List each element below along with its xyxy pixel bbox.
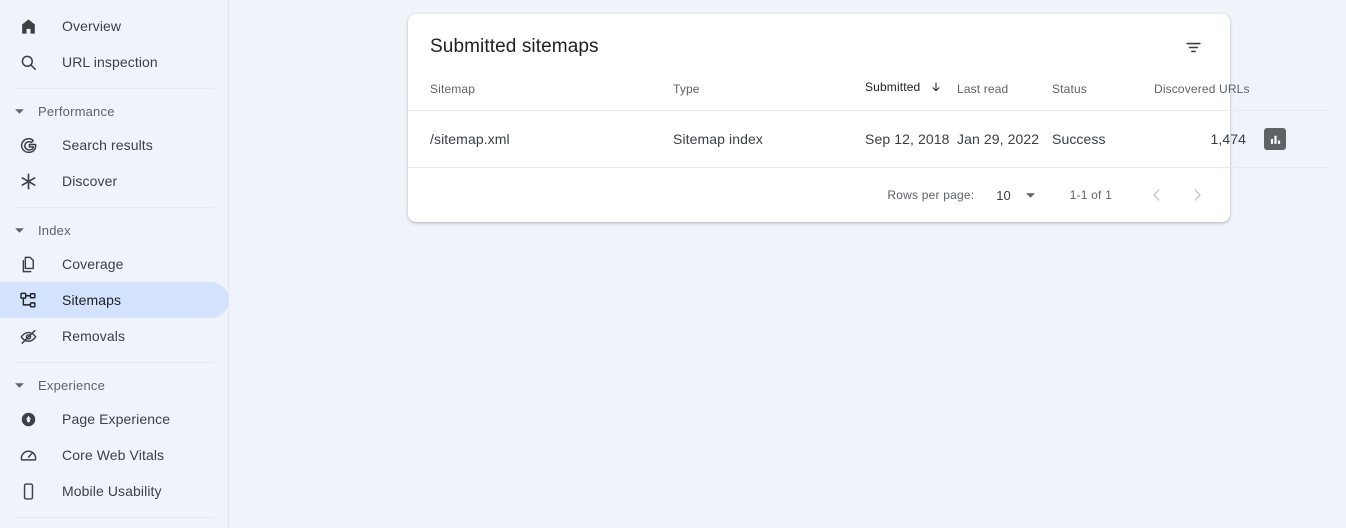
column-header-last-read[interactable]: Last read bbox=[957, 80, 1052, 111]
sidebar-item-page-experience[interactable]: Page Experience bbox=[0, 401, 210, 437]
sidebar-item-removals[interactable]: Removals bbox=[0, 318, 210, 354]
sitemaps-table: Sitemap Type Submitted Last read Status … bbox=[408, 80, 1330, 168]
eye-off-icon bbox=[16, 324, 40, 348]
column-header-type[interactable]: Type bbox=[673, 80, 865, 111]
sidebar: Overview URL inspection Performance Sear… bbox=[0, 0, 229, 528]
sidebar-divider-2 bbox=[14, 207, 214, 208]
sidebar-item-label: Mobile Usability bbox=[62, 483, 162, 499]
sidebar-group-experience[interactable]: Experience bbox=[0, 369, 228, 401]
chevron-down-icon bbox=[1025, 190, 1036, 201]
bar-chart-icon[interactable] bbox=[1264, 128, 1286, 150]
filter-list-icon[interactable] bbox=[1178, 32, 1208, 62]
chevron-down-icon bbox=[10, 102, 28, 120]
column-header-sitemap[interactable]: Sitemap bbox=[408, 80, 673, 111]
pagination-range: 1-1 of 1 bbox=[1069, 188, 1112, 202]
chevron-left-icon[interactable] bbox=[1142, 180, 1172, 210]
chevron-right-icon[interactable] bbox=[1182, 180, 1212, 210]
submitted-sitemaps-card: Submitted sitemaps Sitemap Type Submitte… bbox=[408, 14, 1330, 222]
page-title: Submitted sitemaps bbox=[430, 36, 599, 57]
sidebar-item-core-web-vitals[interactable]: Core Web Vitals bbox=[0, 437, 210, 473]
column-header-submitted-label: Submitted bbox=[865, 80, 921, 94]
sidebar-item-label: Discover bbox=[62, 173, 118, 189]
mobile-icon bbox=[16, 479, 40, 503]
rows-per-page-label: Rows per page: bbox=[887, 188, 975, 202]
table-header: Sitemap Type Submitted Last read Status … bbox=[408, 80, 1330, 111]
sidebar-group-label: Index bbox=[38, 222, 71, 238]
sidebar-item-label: URL inspection bbox=[62, 54, 158, 70]
pagination-bar: Rows per page: 10 1-1 of 1 bbox=[408, 168, 1230, 222]
table-body: /sitemap.xml Sitemap index Sep 12, 2018 … bbox=[408, 110, 1330, 168]
sidebar-item-label: Overview bbox=[62, 18, 122, 34]
rows-per-page-value: 10 bbox=[996, 187, 1011, 203]
sidebar-item-search-results[interactable]: Search results bbox=[0, 127, 210, 163]
sidebar-item-label: Core Web Vitals bbox=[62, 447, 165, 463]
rows-per-page-select[interactable]: 10 bbox=[996, 188, 1035, 203]
chevron-down-icon bbox=[10, 376, 28, 394]
sidebar-item-coverage[interactable]: Coverage bbox=[0, 246, 210, 282]
sidebar-item-label: Page Experience bbox=[62, 411, 171, 427]
column-header-actions bbox=[1264, 80, 1330, 111]
search-icon bbox=[16, 50, 40, 74]
sidebar-divider-1 bbox=[14, 88, 214, 89]
sidebar-item-label: Coverage bbox=[62, 256, 124, 272]
sidebar-item-overview[interactable]: Overview bbox=[0, 8, 210, 44]
sidebar-item-mobile-usability[interactable]: Mobile Usability bbox=[0, 473, 210, 509]
arrow-down-icon bbox=[930, 81, 942, 96]
pages-icon bbox=[16, 252, 40, 276]
sidebar-item-sitemaps[interactable]: Sitemaps bbox=[0, 282, 229, 318]
page-experience-icon bbox=[16, 407, 40, 431]
sidebar-item-discover[interactable]: Discover bbox=[0, 163, 210, 199]
cell-type: Sitemap index bbox=[673, 110, 865, 168]
sidebar-group-label: Performance bbox=[38, 103, 115, 119]
sidebar-item-label: Search results bbox=[62, 137, 153, 153]
table-row[interactable]: /sitemap.xml Sitemap index Sep 12, 2018 … bbox=[408, 110, 1330, 168]
sidebar-group-performance[interactable]: Performance bbox=[0, 95, 228, 127]
chevron-down-icon bbox=[10, 221, 28, 239]
status-badge: Success bbox=[1052, 110, 1154, 168]
sitemap-tree-icon bbox=[16, 288, 40, 312]
home-icon bbox=[16, 14, 40, 38]
cell-sitemap[interactable]: /sitemap.xml bbox=[408, 110, 673, 168]
cell-last-read: Jan 29, 2022 bbox=[957, 110, 1052, 168]
cell-discovered-urls: 1,474 bbox=[1154, 110, 1264, 168]
column-header-status[interactable]: Status bbox=[1052, 80, 1154, 111]
column-header-submitted[interactable]: Submitted bbox=[865, 80, 957, 111]
sidebar-group-label: Experience bbox=[38, 377, 106, 393]
cell-actions bbox=[1264, 110, 1330, 168]
sidebar-divider-3 bbox=[14, 362, 214, 363]
card-header: Submitted sitemaps bbox=[408, 14, 1230, 80]
sidebar-item-label: Removals bbox=[62, 328, 126, 344]
sidebar-group-index[interactable]: Index bbox=[0, 214, 228, 246]
sidebar-item-url-inspection[interactable]: URL inspection bbox=[0, 44, 210, 80]
asterisk-icon bbox=[16, 169, 40, 193]
google-g-icon bbox=[16, 133, 40, 157]
column-header-discovered-urls[interactable]: Discovered URLs bbox=[1154, 80, 1264, 111]
cell-submitted: Sep 12, 2018 bbox=[865, 110, 957, 168]
sidebar-item-label: Sitemaps bbox=[62, 292, 122, 308]
sidebar-divider-4 bbox=[14, 517, 214, 518]
speedometer-icon bbox=[16, 443, 40, 467]
